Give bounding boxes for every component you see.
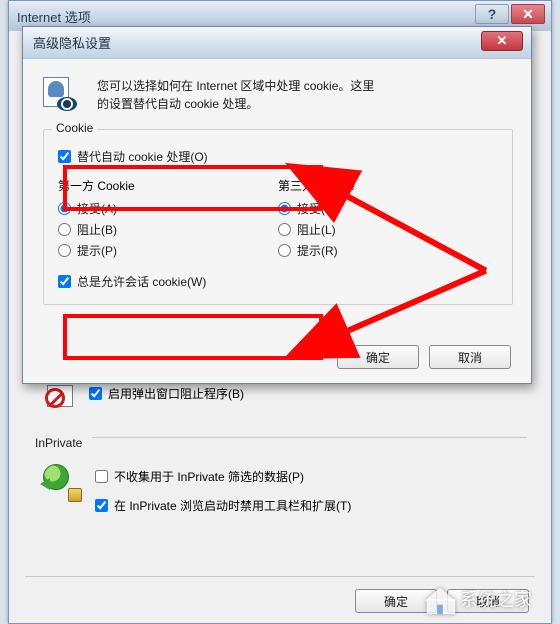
info-text: 您可以选择如何在 Internet 区域中处理 cookie。这里 的设置替代自… bbox=[97, 77, 374, 115]
override-cookie-label: 替代自动 cookie 处理(O) bbox=[77, 148, 208, 165]
fp-accept-radio[interactable] bbox=[58, 202, 71, 215]
privacy-info-icon bbox=[43, 77, 83, 115]
info-text-line2: 的设置替代自动 cookie 处理。 bbox=[97, 95, 374, 113]
third-party-heading: 第三方 Cookie bbox=[278, 177, 498, 194]
always-allow-session-row: 总是允许会话 cookie(W) bbox=[58, 273, 498, 290]
inprivate-icon bbox=[43, 464, 79, 500]
inprivate-group: InPrivate 不收集用于 InPrivate 筛选的数据(P) bbox=[33, 433, 527, 514]
inner-title-text: 高级隐私设置 bbox=[33, 33, 111, 52]
info-text-line1: 您可以选择如何在 Internet 区域中处理 cookie。这里 bbox=[97, 77, 374, 95]
inner-cancel-button[interactable]: 取消 bbox=[429, 345, 511, 369]
popup-blocker-icon bbox=[45, 383, 75, 411]
first-party-column: 第一方 Cookie 接受(A) 阻止(B) 提示(P) bbox=[58, 177, 278, 263]
third-party-column: 第三方 Cookie 接受(C) 阻止(L) 提示(R) bbox=[278, 177, 498, 263]
inner-body: 您可以选择如何在 Internet 区域中处理 cookie。这里 的设置替代自… bbox=[23, 59, 531, 383]
tp-prompt-label: 提示(R) bbox=[297, 242, 338, 259]
inner-dialog-buttons: 确定 取消 bbox=[337, 345, 511, 369]
popup-blocker-checkbox[interactable] bbox=[89, 387, 102, 400]
inner-title-bar: 高级隐私设置 ✕ bbox=[23, 27, 531, 59]
cookie-group-title: Cookie bbox=[52, 121, 97, 135]
info-row: 您可以选择如何在 Internet 区域中处理 cookie。这里 的设置替代自… bbox=[43, 77, 513, 115]
popup-blocker-label: 启用弹出窗口阻止程序(B) bbox=[108, 385, 244, 402]
outer-title-text: Internet 选项 bbox=[17, 7, 91, 26]
watermark-text: 系统之家 bbox=[460, 586, 532, 612]
tp-accept-radio[interactable] bbox=[278, 202, 291, 215]
inprivate-collect-label: 不收集用于 InPrivate 筛选的数据(P) bbox=[114, 468, 304, 485]
fp-prompt-label: 提示(P) bbox=[77, 242, 117, 259]
override-cookie-row: 替代自动 cookie 处理(O) bbox=[58, 148, 498, 165]
first-party-heading: 第一方 Cookie bbox=[58, 177, 278, 194]
fp-block-label: 阻止(B) bbox=[77, 221, 117, 238]
inner-close-button[interactable]: ✕ bbox=[481, 31, 523, 51]
watermark: 系统之家 bbox=[420, 576, 560, 622]
cookie-group: Cookie 替代自动 cookie 处理(O) 第一方 Cookie 接受(A… bbox=[43, 129, 513, 305]
inner-ok-button[interactable]: 确定 bbox=[337, 345, 419, 369]
inprivate-heading: InPrivate bbox=[33, 436, 82, 450]
always-allow-session-checkbox[interactable] bbox=[58, 275, 71, 288]
window-controls: ? ✕ bbox=[475, 4, 545, 24]
fp-prompt-radio[interactable] bbox=[58, 244, 71, 257]
close-button[interactable]: ✕ bbox=[511, 4, 545, 24]
tp-block-label: 阻止(L) bbox=[297, 221, 336, 238]
radio-columns: 第一方 Cookie 接受(A) 阻止(B) 提示(P) 第三方 Cookie … bbox=[58, 177, 498, 263]
internet-options-body-visible: 启用弹出窗口阻止程序(B) InPrivate 不收集用于 InPrivate … bbox=[9, 383, 551, 514]
popup-blocker-row: 启用弹出窗口阻止程序(B) bbox=[33, 383, 527, 411]
fp-accept-label: 接受(A) bbox=[77, 200, 117, 217]
tp-block-radio[interactable] bbox=[278, 223, 291, 236]
watermark-icon bbox=[420, 579, 460, 619]
inprivate-disable-label: 在 InPrivate 浏览启动时禁用工具栏和扩展(T) bbox=[114, 497, 351, 514]
advanced-privacy-dialog: 高级隐私设置 ✕ 您可以选择如何在 Internet 区域中处理 cookie。… bbox=[22, 26, 532, 384]
tp-accept-label: 接受(C) bbox=[297, 200, 338, 217]
override-cookie-checkbox[interactable] bbox=[58, 150, 71, 163]
inprivate-collect-checkbox[interactable] bbox=[95, 470, 108, 483]
inprivate-disable-checkbox[interactable] bbox=[95, 499, 108, 512]
tp-prompt-radio[interactable] bbox=[278, 244, 291, 257]
help-button[interactable]: ? bbox=[475, 4, 509, 24]
fp-block-radio[interactable] bbox=[58, 223, 71, 236]
always-allow-session-label: 总是允许会话 cookie(W) bbox=[77, 273, 206, 290]
